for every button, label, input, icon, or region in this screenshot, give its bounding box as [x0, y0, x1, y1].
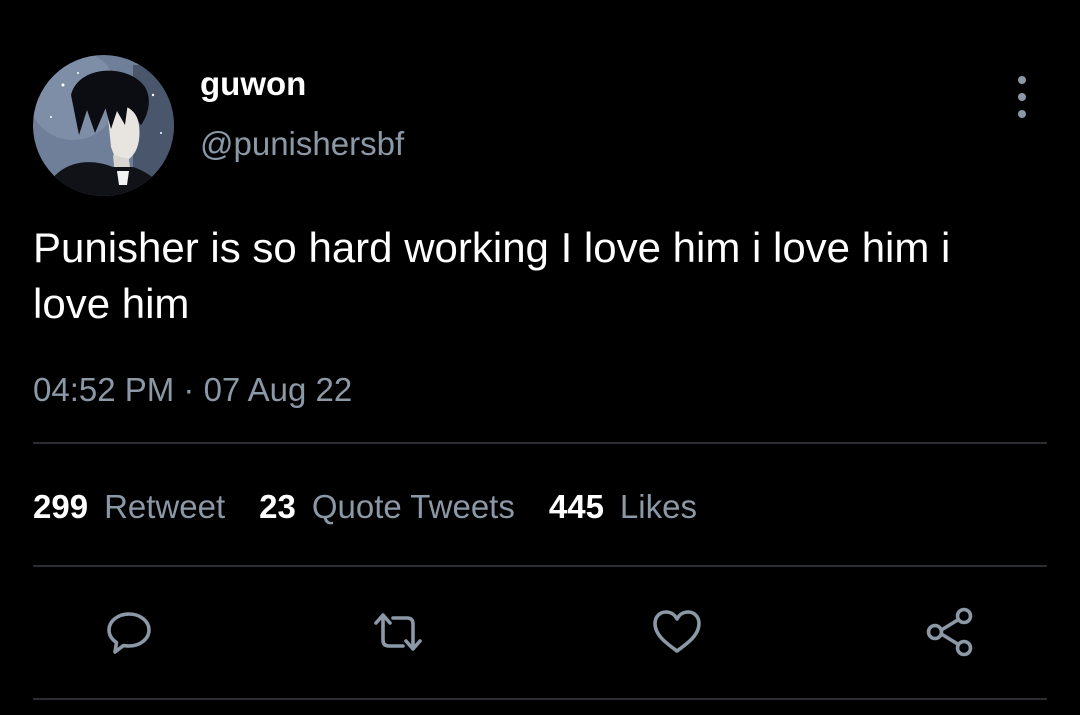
likes-label: Likes	[619, 488, 697, 525]
reply-button[interactable]	[101, 604, 157, 660]
display-name[interactable]: guwon	[200, 64, 306, 104]
retweet-stat[interactable]: 299 Retweet	[33, 486, 225, 528]
tweet-stats: 299 Retweet 23 Quote Tweets 445 Likes	[33, 486, 731, 528]
divider	[33, 442, 1047, 444]
divider	[33, 565, 1047, 567]
likes-stat[interactable]: 445 Likes	[549, 486, 697, 528]
tweet-text: Punisher is so hard working I love him i…	[33, 224, 951, 327]
avatar-image	[33, 55, 174, 196]
retweet-label: Retweet	[104, 488, 226, 525]
reply-icon	[107, 612, 151, 654]
quote-tweets-stat[interactable]: 23 Quote Tweets	[259, 486, 515, 528]
likes-count: 445	[548, 488, 604, 525]
more-options-button[interactable]	[1004, 76, 1040, 118]
share-button[interactable]	[922, 604, 978, 660]
handle[interactable]: @punishersbf	[200, 124, 404, 164]
tweet-timestamp[interactable]: 04:52 PM · 07 Aug 22	[33, 370, 352, 410]
retweet-count: 299	[33, 488, 89, 525]
more-dot-icon	[1018, 76, 1026, 84]
more-dot-icon	[1018, 93, 1026, 101]
retweet-icon	[374, 613, 422, 651]
more-dot-icon	[1018, 110, 1026, 118]
avatar[interactable]	[33, 55, 174, 196]
divider	[33, 698, 1047, 700]
quote-tweets-label: Quote Tweets	[311, 488, 515, 525]
like-icon	[653, 610, 701, 653]
retweet-button[interactable]	[370, 604, 426, 660]
share-icon	[926, 607, 973, 657]
like-button[interactable]	[649, 604, 705, 660]
quote-tweets-count: 23	[259, 488, 296, 525]
